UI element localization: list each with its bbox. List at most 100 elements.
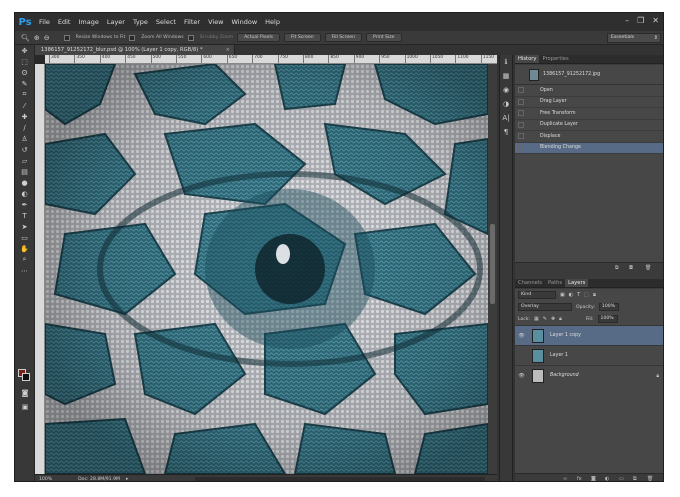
- type-tool-icon[interactable]: T: [15, 210, 34, 221]
- zoom-in-icon[interactable]: ⊕: [34, 34, 40, 42]
- fit-screen-button[interactable]: Fit Screen: [284, 33, 321, 42]
- paragraph-icon[interactable]: ¶: [500, 125, 512, 139]
- vertical-scroll-thumb[interactable]: [490, 224, 495, 304]
- pen-tool-icon[interactable]: ✒: [15, 199, 34, 210]
- move-tool-icon[interactable]: ✥: [15, 45, 34, 56]
- history-state[interactable]: Displace: [515, 131, 663, 143]
- tab-properties[interactable]: Properties: [539, 55, 571, 63]
- zoom-all-checkbox[interactable]: [129, 34, 136, 41]
- history-state[interactable]: Duplicate Layer: [515, 120, 663, 131]
- filter-pixel-icon[interactable]: ▣: [560, 292, 565, 298]
- navigator-icon[interactable]: ◉: [500, 83, 512, 97]
- filter-type-icon[interactable]: T: [577, 292, 580, 298]
- tab-layers[interactable]: Layers: [565, 279, 589, 287]
- shape-tool-icon[interactable]: ▭: [15, 232, 34, 243]
- quick-select-tool-icon[interactable]: ✎: [15, 78, 34, 89]
- screen-mode-icon[interactable]: ▣: [17, 401, 33, 412]
- link-layers-icon[interactable]: ∞: [563, 476, 567, 481]
- lock-position-icon[interactable]: ✥: [551, 316, 555, 322]
- layer-row-layer-1[interactable]: Layer 1: [515, 345, 663, 365]
- filter-smart-object-icon[interactable]: ⧈: [593, 292, 596, 298]
- menu-help[interactable]: Help: [261, 13, 284, 31]
- add-mask-icon[interactable]: ◙: [591, 476, 596, 481]
- visibility-eye-icon[interactable]: 👁︎: [517, 333, 526, 339]
- fx-icon[interactable]: fx: [577, 476, 582, 481]
- opacity-field[interactable]: 100%: [598, 303, 619, 311]
- snapshot-camera-icon[interactable]: ◘: [629, 265, 633, 271]
- history-brush-source-icon[interactable]: [518, 110, 524, 117]
- history-snapshot[interactable]: 1386157_91252172.jpg: [515, 65, 663, 85]
- menu-image[interactable]: Image: [74, 13, 102, 31]
- minimize-button[interactable]: –: [625, 16, 629, 26]
- fill-screen-button[interactable]: Fill Screen: [324, 33, 363, 42]
- marquee-tool-icon[interactable]: ⬚: [15, 56, 34, 67]
- path-select-tool-icon[interactable]: ➤: [15, 221, 34, 232]
- history-brush-source-icon[interactable]: [518, 133, 524, 140]
- vertical-scrollbar[interactable]: [488, 64, 497, 474]
- eraser-tool-icon[interactable]: ▱: [15, 155, 34, 166]
- blend-mode-select[interactable]: Overlay: [518, 303, 572, 311]
- kind-filter-select[interactable]: Kind: [518, 291, 556, 299]
- tab-history[interactable]: History: [515, 55, 540, 63]
- menu-window[interactable]: Window: [228, 13, 262, 31]
- info-panel-icon[interactable]: ℹ: [500, 55, 512, 69]
- visibility-eye-icon[interactable]: 👁︎: [517, 373, 526, 379]
- workspace-select[interactable]: Essentials ⇕: [607, 33, 661, 43]
- lock-all-icon[interactable]: 🔒︎: [559, 316, 562, 322]
- tab-paths[interactable]: Paths: [545, 279, 565, 287]
- new-document-icon[interactable]: ⧉: [615, 265, 619, 271]
- filter-shape-icon[interactable]: ⬚: [584, 292, 589, 298]
- actual-pixels-button[interactable]: Actual Pixels: [237, 33, 280, 42]
- clone-stamp-tool-icon[interactable]: ♙: [15, 133, 34, 144]
- eyedropper-tool-icon[interactable]: ⁄: [15, 100, 34, 111]
- horizontal-scrollbar[interactable]: [195, 477, 485, 481]
- more-tools-icon[interactable]: ⋯: [15, 265, 34, 276]
- menu-filter[interactable]: Filter: [180, 13, 204, 31]
- restore-button[interactable]: ❐: [637, 16, 644, 26]
- menu-file[interactable]: File: [35, 13, 54, 31]
- adjustments-icon[interactable]: ◑: [500, 97, 512, 111]
- history-brush-source-icon[interactable]: [518, 144, 524, 151]
- menu-edit[interactable]: Edit: [54, 13, 75, 31]
- history-state[interactable]: Drag Layer: [515, 97, 663, 108]
- layer-row-background[interactable]: 👁︎ Background 🔒︎: [515, 365, 663, 385]
- status-menu-arrow-icon[interactable]: ▸: [126, 477, 128, 482]
- zoom-tool-icon[interactable]: 🔍︎: [21, 34, 30, 42]
- history-brush-source-icon[interactable]: [518, 87, 524, 94]
- character-icon[interactable]: A|: [500, 111, 512, 125]
- tab-channels[interactable]: Channels: [515, 279, 545, 287]
- history-brush-source-icon[interactable]: [518, 98, 524, 105]
- layer-row-layer-1-copy[interactable]: 👁︎ Layer 1 copy: [515, 325, 663, 345]
- background-color-swatch[interactable]: [22, 373, 30, 381]
- zoom-tool-icon[interactable]: ⌕: [15, 254, 34, 265]
- filter-adjustment-icon[interactable]: ◐: [569, 292, 573, 298]
- history-state[interactable]: Blending Change: [515, 142, 663, 154]
- scrubby-zoom-checkbox[interactable]: [187, 34, 194, 41]
- menu-view[interactable]: View: [204, 13, 227, 31]
- group-folder-icon[interactable]: ▭: [619, 476, 624, 481]
- menu-layer[interactable]: Layer: [103, 13, 129, 31]
- close-tab-icon[interactable]: ×: [226, 45, 230, 55]
- lock-pixels-icon[interactable]: ✎: [543, 316, 547, 322]
- healing-brush-tool-icon[interactable]: ✚: [15, 111, 34, 122]
- trash-icon[interactable]: 🗑︎: [645, 265, 651, 271]
- adjustment-layer-icon[interactable]: ◐: [605, 476, 609, 481]
- fill-field[interactable]: 100%: [597, 315, 618, 323]
- lock-transparency-icon[interactable]: ▦: [534, 316, 539, 322]
- zoom-level[interactable]: 100%: [39, 477, 52, 482]
- crop-tool-icon[interactable]: ⌗: [15, 89, 34, 100]
- brush-presets-icon[interactable]: ▦: [500, 69, 512, 83]
- menu-type[interactable]: Type: [129, 13, 152, 31]
- document-tab[interactable]: 1386157_91252172_blur.psd @ 100% (Layer …: [35, 45, 235, 55]
- zoom-out-icon[interactable]: ⊖: [44, 34, 50, 42]
- brush-tool-icon[interactable]: ∕: [15, 122, 34, 133]
- trash-icon[interactable]: 🗑︎: [647, 476, 653, 481]
- lasso-tool-icon[interactable]: ʘ: [15, 67, 34, 78]
- resize-windows-checkbox[interactable]: [63, 34, 70, 41]
- close-button[interactable]: ✕: [652, 16, 659, 26]
- history-state[interactable]: Open: [515, 85, 663, 97]
- history-brush-source-icon[interactable]: [518, 121, 524, 128]
- image-canvas[interactable]: [45, 64, 488, 474]
- quick-mask-icon[interactable]: ◙: [17, 387, 33, 398]
- menu-select[interactable]: Select: [152, 13, 180, 31]
